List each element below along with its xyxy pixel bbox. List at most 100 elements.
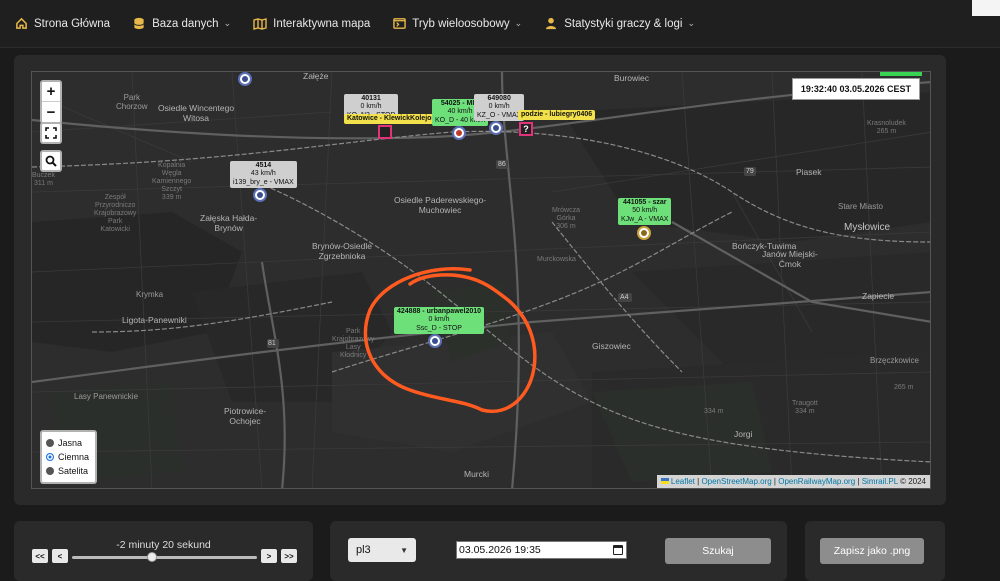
nav-multiplayer-label: Tryb wieloosobowy (412, 17, 510, 30)
place-label: Piasek (796, 167, 822, 177)
rewind-first-button[interactable]: << (32, 549, 48, 563)
datetime-input[interactable]: 03.05.2026 19:35 (456, 541, 627, 559)
fullscreen-icon (45, 127, 57, 139)
search-panel: pl3 ▼ 03.05.2026 19:35 Szukaj (330, 521, 787, 581)
slider-thumb[interactable] (146, 552, 157, 562)
place-label: Piotrowice- Ochojec (224, 406, 267, 426)
train-number: 441055 - szar (622, 199, 667, 206)
layer-switcher: Jasna Ciemna Satelita (40, 430, 98, 484)
place-label: Murckowska (537, 256, 576, 263)
road-label: 79 (746, 168, 754, 175)
train-signal: KJw_A - VMAX (621, 215, 669, 223)
layer-option-light[interactable]: Jasna (46, 436, 89, 450)
train-marker-icon[interactable] (489, 121, 503, 135)
place-label: Zespół Przyrodniczo Krajobrazowy Park Ka… (94, 194, 137, 234)
place-label: Brynów-Osiedle Zgrzebnioka (312, 241, 372, 261)
zoom-in-button[interactable]: + (42, 82, 60, 102)
step-back-button[interactable]: < (52, 549, 68, 563)
place-label: Park Krajobrazowy Lasy Kłodnicy (332, 328, 375, 360)
place-label: Krasnoludek 265 m (867, 120, 906, 136)
place-label: Załęska Hałda- Brynów (200, 213, 258, 233)
train-label[interactable]: Katowice - KlewickKolejorz (344, 114, 441, 125)
chevron-down-icon: ▼ (400, 545, 408, 555)
place-label: Lasy Panewnickie (74, 392, 139, 401)
nav-stats[interactable]: Statystyki graczy & logi ⌄ (544, 17, 695, 31)
forward-last-button[interactable]: >> (281, 549, 297, 563)
station-marker-icon[interactable] (378, 125, 392, 139)
calendar-icon[interactable] (613, 545, 623, 555)
home-icon (14, 17, 28, 31)
zoom-control: + − (40, 80, 62, 124)
search-button[interactable] (40, 150, 62, 172)
train-speed: 0 km/h (428, 316, 450, 324)
map-viewport[interactable]: Załęże Burowiec Park Chorzow Osiedle Win… (31, 71, 931, 489)
place-label: Traugott 334 m (792, 400, 818, 416)
save-png-button[interactable]: Zapisz jako .png (820, 538, 924, 564)
user-icon (544, 17, 558, 31)
map-icon (253, 17, 267, 31)
nav-multiplayer[interactable]: Tryb wieloosobowy ⌄ (392, 17, 522, 31)
chevron-down-icon: ⌄ (514, 18, 523, 28)
datetime-value: 03.05.2026 19:35 (459, 544, 541, 556)
train-number: 40131 (361, 95, 381, 102)
place-label: Osiedle Wincentego Witosa (158, 103, 235, 123)
nav-map[interactable]: Interaktywna mapa (253, 17, 370, 31)
simrail-link[interactable]: Simrail.PL (862, 477, 898, 486)
nav-home-label: Strona Główna (34, 17, 111, 30)
train-marker-icon[interactable] (637, 226, 651, 240)
place-label: Osiedle Paderewskiego- Muchowiec (394, 195, 487, 215)
save-panel: Zapisz jako .png (805, 521, 945, 581)
layer-label: Jasna (58, 438, 83, 448)
server-select[interactable]: pl3 ▼ (348, 538, 416, 562)
nav-home[interactable]: Strona Główna (14, 17, 110, 31)
place-label: Burowiec (614, 73, 649, 83)
train-signal: Ssc_D - STOP (416, 324, 462, 332)
chevron-down-icon: ⌄ (687, 18, 695, 28)
leaflet-link[interactable]: Leaflet (671, 477, 695, 486)
train-marker-icon[interactable] (452, 126, 466, 140)
train-marker-icon[interactable] (253, 188, 267, 202)
search-icon (45, 155, 57, 167)
orm-link[interactable]: OpenRailwayMap.org (778, 477, 855, 486)
train-marker-icon[interactable] (428, 334, 442, 348)
layer-option-satellite[interactable]: Satelita (46, 464, 89, 478)
nav-database-label: Baza danych (152, 17, 219, 30)
top-navbar: Strona Główna Baza danych ⌄ Interaktywna… (0, 0, 1000, 48)
train-label[interactable]: 4514 43 km/h i139_bry_e - VMAX (230, 161, 297, 189)
train-number: 4514 (255, 162, 272, 169)
place-label: Giszowiec (592, 341, 631, 351)
step-forward-button[interactable]: > (261, 549, 277, 563)
nav-database[interactable]: Baza danych ⌄ (132, 17, 231, 31)
place-label: Murcki (464, 469, 490, 479)
fullscreen-button[interactable] (40, 122, 62, 144)
train-marker-icon[interactable] (238, 72, 252, 86)
train-label[interactable]: 441055 - szar 50 km/h KJw_A - VMAX (618, 198, 672, 226)
train-label[interactable]: podzie - lubiegry0406 (518, 110, 596, 121)
train-speed: 43 km/h (250, 170, 276, 178)
road-label: 86 (498, 161, 506, 168)
train-signal: KZ_O - VMAX (477, 111, 522, 119)
road-label: A4 (620, 294, 629, 301)
chevron-down-icon: ⌄ (223, 18, 232, 28)
layer-option-dark[interactable]: Ciemna (46, 450, 89, 464)
train-route: Katowice - KlewickKolejorz (347, 115, 438, 122)
database-icon (132, 17, 146, 31)
search-submit-button[interactable]: Szukaj (665, 538, 771, 564)
place-label: Park Chorzow (116, 93, 148, 112)
train-label[interactable]: 424888 - urbanpawel2010 0 km/h Ssc_D - S… (394, 307, 485, 335)
place-label: Mrówcza Górka 306 m (552, 207, 581, 231)
place-label: Brzęczkowice (870, 356, 919, 365)
copyright-text: © 2024 (897, 477, 926, 486)
place-label: Janów Miejski- Ćmok (762, 249, 818, 269)
map-basemap (32, 72, 930, 488)
train-speed: 0 km/h (488, 103, 510, 111)
place-label: Stare Miasto (838, 202, 883, 211)
osm-link[interactable]: OpenStreetMap.org (701, 477, 771, 486)
gamepad-icon (392, 17, 406, 31)
radio-icon (46, 439, 54, 447)
unknown-marker-icon[interactable]: ? (519, 122, 533, 136)
time-slider[interactable] (72, 552, 257, 562)
train-label[interactable]: 649080 0 km/h KZ_O - VMAX (474, 94, 525, 122)
map-attribution: Leaflet | OpenStreetMap.org | OpenRailwa… (656, 475, 930, 488)
zoom-out-button[interactable]: − (42, 102, 60, 122)
